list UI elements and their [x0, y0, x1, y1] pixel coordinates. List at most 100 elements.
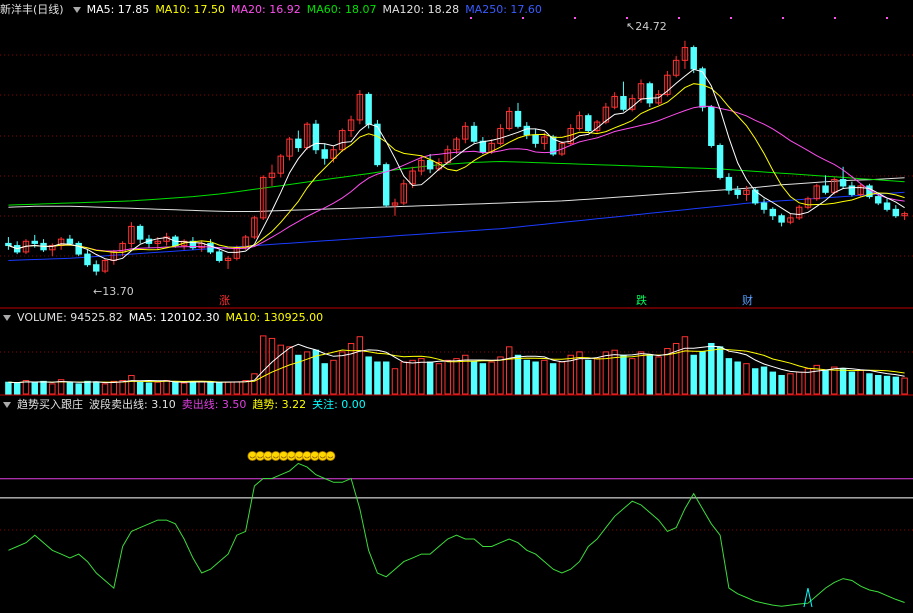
volume-bar — [479, 363, 487, 395]
candle-body — [136, 225, 144, 240]
volume-bar — [75, 383, 82, 395]
ma250-legend: MA250: 17.60 — [465, 3, 542, 16]
ma20-legend: MA20: 16.92 — [231, 3, 301, 16]
volume-bar — [690, 354, 697, 395]
candle-body — [839, 179, 847, 187]
volume-bar — [778, 374, 785, 395]
volume-bar — [216, 382, 223, 395]
candle-body — [93, 264, 100, 272]
candle-body — [31, 240, 38, 244]
volume-bar — [769, 371, 777, 395]
candle-body — [532, 134, 539, 144]
vol-ma10-legend: MA10: 130925.00 — [225, 311, 324, 324]
ma120-legend: MA120: 18.28 — [382, 3, 460, 16]
candle-body — [690, 47, 697, 70]
low-label: ←13.70 — [93, 285, 134, 298]
ma120-line — [8, 177, 905, 212]
candle-body — [216, 251, 223, 261]
wave-sell-legend: 波段卖出线: 3.10 — [89, 398, 176, 411]
chart-canvas[interactable] — [0, 0, 913, 610]
volume-bar — [13, 382, 21, 395]
volume-bar — [207, 381, 214, 395]
candle-body — [5, 242, 12, 247]
candle-body — [295, 138, 302, 149]
volume-bar — [839, 368, 847, 395]
volume-bar — [110, 380, 118, 395]
volume-bar — [172, 381, 179, 395]
signal-dot — [522, 17, 524, 19]
volume-bar — [549, 363, 557, 395]
candle-body — [734, 189, 741, 195]
volume-bar — [321, 363, 328, 395]
volume-bar — [901, 377, 908, 395]
die-marker: 跌 — [636, 294, 647, 307]
volume-bar — [444, 359, 451, 395]
volume-bar — [541, 359, 548, 395]
volume-bar — [198, 380, 205, 395]
signal-dot — [678, 17, 680, 19]
buy-smiley-icon — [325, 451, 336, 461]
volume-bar — [708, 342, 715, 395]
candle-body — [312, 123, 320, 151]
cai-marker: 财 — [742, 294, 753, 307]
candle-body — [892, 208, 900, 217]
volume-bar — [224, 381, 232, 395]
indicator-header: 趋势买入跟庄 波段卖出线: 3.10 卖出线: 3.50 趋势: 3.22 关注: 0.… — [0, 398, 372, 412]
volume-bar — [699, 351, 706, 395]
signal-dot — [626, 17, 628, 19]
candle-body — [875, 196, 882, 204]
volume-bar — [488, 361, 495, 395]
candle-body — [585, 115, 592, 132]
candle-body — [470, 125, 478, 142]
signal-dot — [834, 17, 836, 19]
zhang-marker: 涨 — [219, 294, 230, 307]
volume-bar — [365, 356, 372, 395]
dropdown-icon[interactable] — [3, 314, 11, 321]
vol-ma5-legend: MA5: 120102.30 — [128, 311, 220, 324]
volume-bar — [128, 374, 135, 395]
volume-bar — [883, 375, 891, 395]
candle-body — [523, 125, 531, 136]
signal-dot — [782, 17, 784, 19]
volume-bar — [831, 366, 838, 395]
volume-bar — [119, 380, 126, 395]
volume-bar — [400, 361, 408, 395]
volume-bar — [66, 381, 74, 395]
volume-bar — [49, 383, 56, 395]
signal-dot — [886, 17, 888, 19]
candle-body — [883, 202, 891, 210]
stock-title: 新洋丰(日线) — [0, 3, 64, 16]
trend-legend: 趋势: 3.22 — [252, 398, 307, 411]
ma5-legend: MA5: 17.85 — [86, 3, 150, 16]
volume-bar — [532, 361, 539, 395]
volume-bar — [611, 349, 618, 395]
volume-bar — [795, 371, 803, 395]
candle-body — [778, 215, 785, 223]
candle-body — [769, 208, 777, 217]
volume-bar — [180, 382, 188, 395]
volume-bar — [84, 380, 91, 395]
watch-legend: 关注: 0.00 — [312, 398, 366, 411]
dropdown-icon[interactable] — [3, 401, 11, 408]
dropdown-icon[interactable] — [72, 6, 81, 13]
volume-bar — [470, 361, 478, 395]
volume-bar — [145, 382, 153, 395]
signal-dot — [470, 17, 472, 19]
candle-body — [321, 149, 328, 159]
volume-bar — [453, 358, 460, 395]
candle-body — [514, 110, 522, 127]
volume-bar — [251, 373, 258, 395]
volume-bar — [242, 380, 249, 395]
volume-bar — [233, 381, 241, 395]
stock-chart-window[interactable]: 新洋丰(日线) MA5: 17.85 MA10: 17.50 MA20: 16.92 M… — [0, 0, 913, 610]
volume-bar — [523, 359, 531, 395]
volume-bar — [505, 346, 513, 395]
high-label: ↖24.72 — [626, 20, 667, 33]
ma60-legend: MA60: 18.07 — [306, 3, 377, 16]
volume-bar — [813, 364, 820, 395]
high-value: 24.72 — [635, 20, 667, 33]
volume-bar — [752, 368, 759, 395]
volume-bar — [857, 369, 864, 395]
candle-body — [84, 253, 91, 266]
volume-bar — [734, 361, 741, 395]
